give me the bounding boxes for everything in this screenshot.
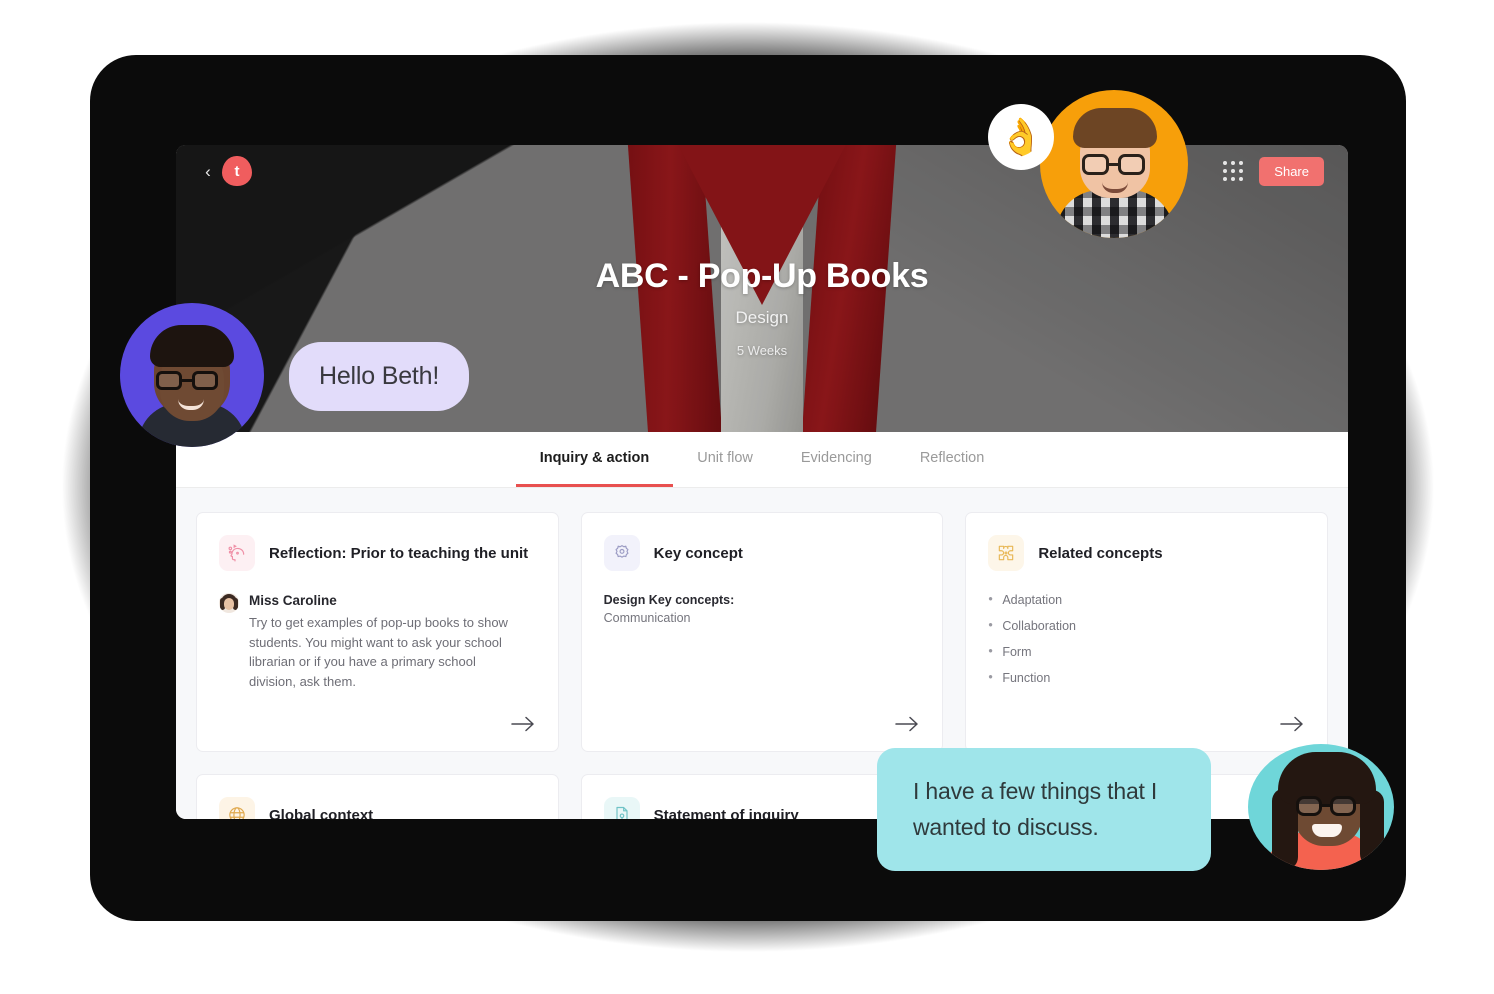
reflection-author-row: Miss Caroline Try to get examples of pop… [219,593,536,691]
chat-bubble-discuss: I have a few things that I wanted to dis… [877,748,1211,872]
list-item: Adaptation [988,592,1305,607]
unit-title: ABC - Pop-Up Books [595,257,929,295]
key-concept-value: Communication [603,611,691,625]
list-item: Form [988,644,1305,659]
related-concepts-list: Adaptation Collaboration Form Function [988,592,1305,697]
card-key-concept[interactable]: Key concept Design Key concepts: Communi… [580,512,944,752]
brand-logo[interactable]: t [222,156,252,186]
app-window: ‹ t Share ABC - Pop-Up Books Design 5 We… [176,145,1348,819]
card-global-context[interactable]: Global context [196,774,559,819]
head-thought-icon [219,535,255,571]
grid-dots-icon[interactable] [1223,161,1244,181]
chat-bubble-hello: Hello Beth! [289,342,470,411]
card-header: Global context [219,797,536,819]
globe-icon [219,797,255,819]
card-title: Reflection: Prior to teaching the unit [269,544,529,562]
avatar-man-orange [1040,90,1188,238]
card-reflection-prior[interactable]: Reflection: Prior to teaching the unit M… [196,512,559,752]
reaction-ok-hand-icon: 👌 [988,104,1054,170]
tab-reflection[interactable]: Reflection [896,432,1008,487]
key-concept-content: Design Key concepts: Communication [604,593,921,625]
cards-row-1: Reflection: Prior to teaching the unit M… [196,512,1328,752]
card-title: Key concept [653,544,743,562]
tab-inquiry-and-action[interactable]: Inquiry & action [515,432,674,487]
arrow-right-icon[interactable] [1279,713,1305,735]
gear-icon [603,535,640,571]
share-button[interactable]: Share [1259,156,1324,186]
card-header: Reflection: Prior to teaching the unit [219,535,536,571]
screenshot-scene: ‹ t Share ABC - Pop-Up Books Design 5 We… [0,0,1494,994]
list-item: Collaboration [988,618,1305,633]
card-header: Key concept [603,535,921,571]
tab-evidencing[interactable]: Evidencing [777,432,896,487]
document-icon [603,797,640,819]
arrow-right-icon[interactable] [510,713,536,735]
card-title: Global context [269,806,374,820]
avatar [219,593,239,613]
top-bar-actions: Share [1223,156,1324,186]
unit-subject: Design [735,308,789,327]
list-item: Function [988,670,1305,685]
card-related-concepts[interactable]: Related concepts Adaptation Collaboratio… [965,512,1328,752]
card-title: Statement of inquiry [653,806,799,820]
card-header: Related concepts [988,535,1305,571]
puzzle-nodes-icon [988,535,1025,571]
back-icon[interactable]: ‹ [200,163,216,180]
reflection-body-text: Try to get examples of pop-up books to s… [249,615,508,689]
card-title: Related concepts [1038,544,1163,562]
arrow-right-icon[interactable] [894,713,920,735]
tab-unit-flow[interactable]: Unit flow [673,432,777,487]
key-concept-label: Design Key concepts: [603,593,735,607]
section-tabs: Inquiry & action Unit flow Evidencing Re… [176,432,1348,488]
avatar-man-purple [120,303,264,447]
author-name: Miss Caroline [249,593,337,608]
avatar-woman-teal [1248,744,1394,870]
reflection-author-content: Miss Caroline Try to get examples of pop… [249,593,511,691]
card-header: Statement of inquiry [603,797,921,820]
